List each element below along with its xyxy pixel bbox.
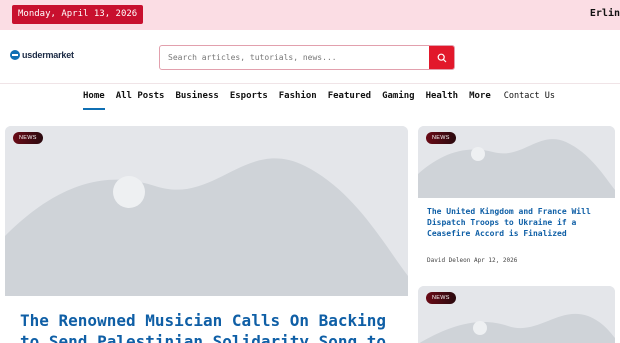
search-input[interactable]	[160, 46, 430, 69]
main-navigation: Home All Posts Business Esports Fashion …	[0, 84, 620, 112]
side-article-card[interactable]: NEWS The United Kingdom and France Will …	[418, 126, 615, 276]
nav-item-fashion[interactable]: Fashion	[275, 84, 321, 108]
date-badge: Monday, April 13, 2026	[12, 5, 144, 24]
user-name-link[interactable]: Erlin	[590, 8, 620, 19]
nav-item-all-posts[interactable]: All Posts	[112, 84, 169, 108]
logo-text: usdermarket	[22, 50, 74, 60]
nav-item-esports[interactable]: Esports	[226, 84, 272, 108]
nav-item-business[interactable]: Business	[171, 84, 222, 108]
top-bar: Monday, April 13, 2026 Erlin	[0, 0, 620, 30]
main-article-title[interactable]: The Renowned Musician Calls On Backing t…	[20, 310, 400, 343]
main-article-image[interactable]: NEWS	[5, 126, 408, 296]
nav-item-health[interactable]: Health	[422, 84, 463, 108]
nav-item-gaming[interactable]: Gaming	[378, 84, 419, 108]
logo-icon	[10, 50, 20, 60]
image-placeholder	[5, 126, 408, 296]
nav-item-contact-us[interactable]: Contact Us	[500, 84, 559, 108]
nav-item-featured[interactable]: Featured	[324, 84, 375, 108]
article-meta: David Deleon Apr 12, 2026	[427, 257, 518, 264]
side-article-title[interactable]: The United Kingdom and France Will Dispa…	[427, 206, 612, 239]
category-tag[interactable]: NEWS	[426, 292, 456, 304]
side-article-card[interactable]: NEWS	[418, 286, 615, 343]
category-tag[interactable]: NEWS	[13, 132, 43, 144]
nav-item-more[interactable]: More	[465, 84, 495, 108]
search-icon	[437, 48, 447, 67]
side-article-image[interactable]: NEWS	[418, 126, 615, 198]
site-header: usdermarket	[0, 30, 620, 84]
search-button[interactable]	[429, 46, 454, 69]
site-logo[interactable]: usdermarket	[10, 50, 74, 60]
main-article-card[interactable]: NEWS The Renowned Musician Calls On Back…	[5, 126, 408, 343]
category-tag[interactable]: NEWS	[426, 132, 456, 144]
side-article-image[interactable]: NEWS	[418, 286, 615, 343]
search-box	[159, 45, 455, 70]
nav-item-home[interactable]: Home	[83, 84, 109, 110]
